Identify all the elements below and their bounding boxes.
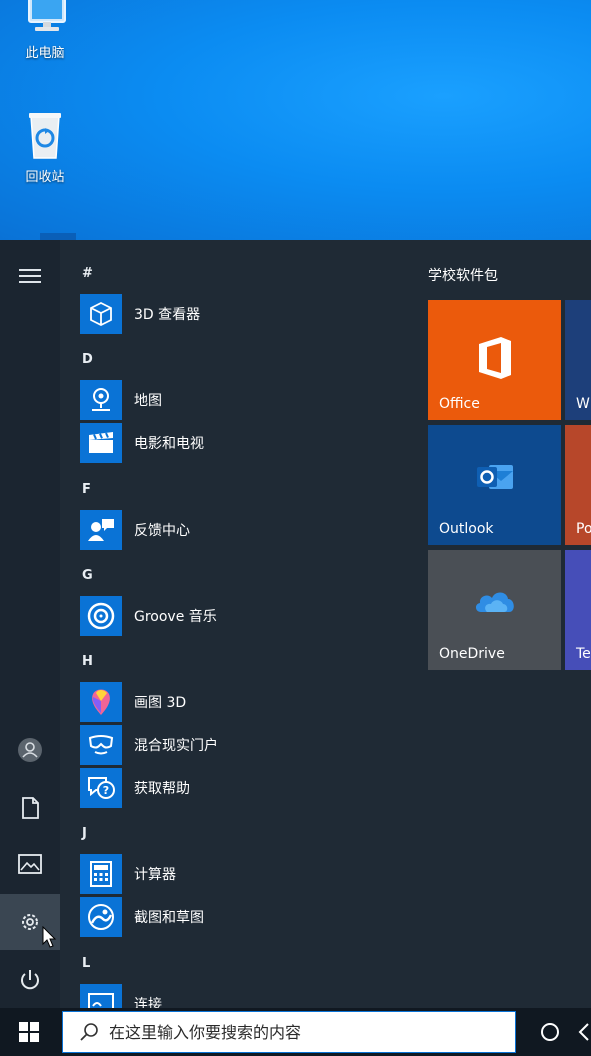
desktop-icon-this-pc[interactable]: 此电脑: [10, 0, 80, 61]
get-help-icon: ?: [80, 768, 122, 808]
pictures-icon: [18, 854, 42, 874]
app-name: 反馈中心: [134, 523, 190, 539]
app-name: Groove 音乐: [134, 609, 217, 625]
tile-label: Outlook: [439, 521, 494, 537]
task-view-button[interactable]: [576, 1008, 591, 1056]
app-item-paint-3d[interactable]: 画图 3D: [80, 682, 186, 722]
power-icon: [21, 970, 39, 990]
letter-header[interactable]: G: [82, 568, 93, 583]
letter-header[interactable]: #: [82, 266, 93, 281]
hamburger-menu-icon: [19, 269, 41, 283]
app-name: 计算器: [134, 867, 176, 883]
user-avatar-icon: [18, 738, 42, 762]
letter-header[interactable]: H: [82, 654, 93, 669]
snip-sketch-icon: [80, 897, 122, 937]
svg-text:?: ?: [103, 784, 109, 797]
3d-viewer-icon: [80, 294, 122, 334]
app-item-groove-music[interactable]: Groove 音乐: [80, 596, 217, 636]
connect-icon: [80, 984, 122, 1008]
tile-label: OneDrive: [439, 646, 505, 662]
tile-onedrive[interactable]: OneDrive: [428, 550, 561, 670]
maps-icon: [80, 380, 122, 420]
app-name: 获取帮助: [134, 781, 190, 797]
windows-start-icon: [19, 1022, 39, 1042]
onedrive-icon: [428, 586, 561, 614]
calculator-icon: [80, 854, 122, 894]
start-menu: # 3D 查看器 D 地图 电影和电视 F 反馈中心 G Groove 音乐 H…: [0, 240, 591, 1008]
search-input[interactable]: [107, 1021, 491, 1043]
tile-word[interactable]: W: [565, 300, 591, 420]
desktop-icon-label: 回收站: [25, 170, 65, 185]
desktop-icon-recycle-bin[interactable]: 回收站: [10, 110, 80, 185]
start-button[interactable]: [0, 1008, 58, 1056]
app-item-feedback-hub[interactable]: 反馈中心: [80, 510, 190, 550]
feedback-hub-icon: [80, 510, 122, 550]
app-name: 混合现实门户: [134, 738, 218, 754]
desktop: 此电脑 回收站: [0, 0, 591, 240]
groove-music-icon: [80, 596, 122, 636]
documents-button[interactable]: [0, 780, 60, 836]
task-view-icon: [578, 1023, 589, 1041]
taskbar: [0, 1008, 591, 1056]
desktop-accent-bar: [40, 233, 76, 240]
pictures-button[interactable]: [0, 836, 60, 892]
recycle-bin-icon: [29, 113, 61, 159]
movies-tv-icon: [80, 423, 122, 463]
app-name: 连接: [134, 997, 162, 1008]
app-name: 电影和电视: [134, 436, 204, 452]
app-item-3d-viewer[interactable]: 3D 查看器: [80, 294, 200, 334]
mixed-reality-icon: [80, 725, 122, 765]
app-name: 地图: [134, 393, 162, 409]
app-item-connect[interactable]: 连接: [80, 984, 162, 1008]
mouse-cursor-icon: [42, 926, 57, 948]
app-item-get-help[interactable]: ? 获取帮助: [80, 768, 190, 808]
tile-teams[interactable]: Te: [565, 550, 591, 670]
cortana-icon: [541, 1023, 559, 1041]
paint-3d-icon: [80, 682, 122, 722]
tile-label: W: [576, 396, 590, 412]
letter-header[interactable]: J: [82, 826, 87, 841]
user-account-button[interactable]: [0, 722, 60, 778]
app-item-calculator[interactable]: 计算器: [80, 854, 176, 894]
outlook-icon: [428, 461, 561, 493]
taskbar-search-box[interactable]: [62, 1011, 516, 1053]
start-menu-rail: [0, 240, 60, 1008]
letter-header[interactable]: F: [82, 482, 91, 497]
tile-powerpoint[interactable]: Po: [565, 425, 591, 545]
documents-icon: [22, 797, 39, 819]
cortana-button[interactable]: [530, 1008, 570, 1056]
tile-label: Office: [439, 396, 480, 412]
app-item-movies-tv[interactable]: 电影和电视: [80, 423, 204, 463]
app-name: 画图 3D: [134, 695, 187, 711]
desktop-icon-label: 此电脑: [25, 46, 65, 61]
tile-label: Te: [576, 646, 591, 662]
search-icon: [80, 1023, 98, 1041]
tile-office[interactable]: Office: [428, 300, 561, 420]
letter-header[interactable]: D: [82, 352, 93, 367]
tile-group-title[interactable]: 学校软件包: [428, 265, 498, 285]
app-name: 3D 查看器: [134, 307, 201, 323]
tile-label: Po: [576, 521, 591, 537]
settings-button[interactable]: [0, 894, 60, 950]
expand-menu-button[interactable]: [0, 248, 60, 304]
app-item-snip-sketch[interactable]: 截图和草图: [80, 897, 204, 937]
letter-header[interactable]: L: [82, 956, 90, 971]
computer-icon: [28, 0, 66, 31]
power-button[interactable]: [0, 952, 60, 1008]
tile-outlook[interactable]: Outlook: [428, 425, 561, 545]
office-icon: [428, 336, 561, 380]
settings-gear-icon: [22, 914, 38, 930]
app-item-mixed-reality[interactable]: 混合现实门户: [80, 725, 218, 765]
app-item-maps[interactable]: 地图: [80, 380, 162, 420]
app-list: # 3D 查看器 D 地图 电影和电视 F 反馈中心 G Groove 音乐 H…: [60, 240, 400, 1008]
app-name: 截图和草图: [134, 910, 204, 926]
